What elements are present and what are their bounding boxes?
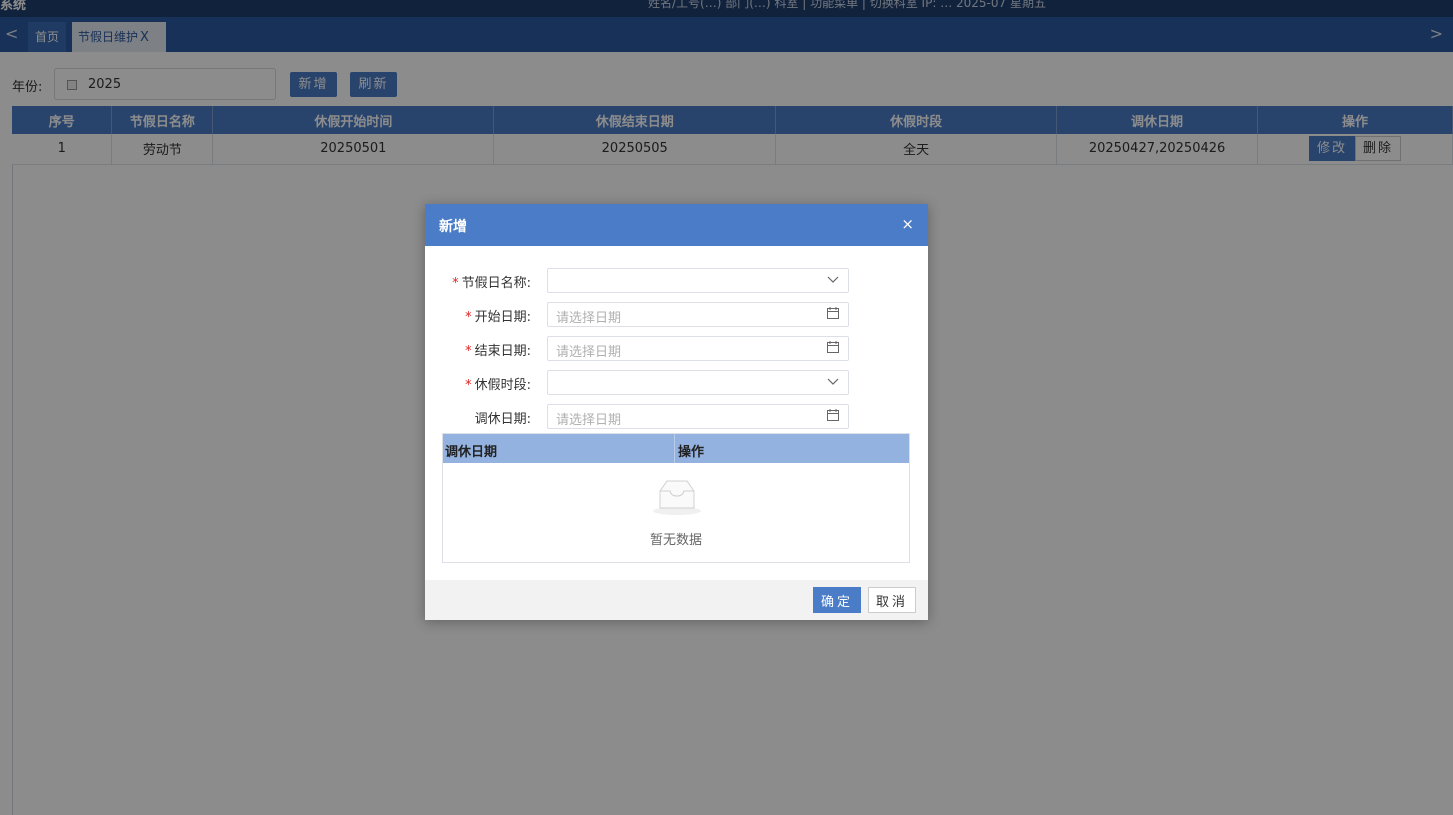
chevron-down-icon xyxy=(826,272,840,290)
required-mark: * xyxy=(465,344,472,359)
empty-inbox-icon xyxy=(651,477,703,517)
dialog-header: 新增 × xyxy=(425,204,928,246)
required-mark: * xyxy=(452,276,459,291)
dialog-title: 新增 xyxy=(439,219,467,235)
subtable-col-makeup: 调休日期 xyxy=(445,445,498,460)
calendar-icon xyxy=(826,408,840,426)
form-row-end: * 结束日期: 请选择日期 xyxy=(425,336,928,362)
holiday-name-label: * 节假日名称: xyxy=(452,276,531,291)
form-row-makeup: 调休日期: 请选择日期 xyxy=(425,404,928,430)
end-date-label: * 结束日期: xyxy=(465,344,531,359)
close-icon[interactable]: × xyxy=(901,215,914,233)
makeup-date-label: 调休日期: xyxy=(474,412,531,427)
makeup-date-picker[interactable]: 请选择日期 xyxy=(547,404,849,429)
dialog-footer: 确定 取消 xyxy=(425,580,928,620)
divider xyxy=(674,434,675,463)
confirm-button[interactable]: 确定 xyxy=(813,587,861,613)
chevron-down-icon xyxy=(826,374,840,392)
cancel-button[interactable]: 取消 xyxy=(868,587,916,613)
start-date-picker[interactable]: 请选择日期 xyxy=(547,302,849,327)
holiday-name-select[interactable] xyxy=(547,268,849,293)
add-holiday-dialog: 新增 × * 节假日名称: * 开始日期: 请选择日期 * 结束日期: 请选择日期 *… xyxy=(425,204,928,620)
subtable-header: 调休日期 操作 xyxy=(443,434,909,463)
empty-text: 暂无数据 xyxy=(649,533,702,548)
form-row-period: * 休假时段: xyxy=(425,370,928,396)
start-date-placeholder: 请选择日期 xyxy=(556,311,622,326)
calendar-icon xyxy=(826,306,840,324)
form-row-start: * 开始日期: 请选择日期 xyxy=(425,302,928,328)
end-date-placeholder: 请选择日期 xyxy=(556,345,622,360)
makeup-dates-table: 调休日期 操作 暂无数据 xyxy=(442,433,910,563)
period-select[interactable] xyxy=(547,370,849,395)
period-label: * 休假时段: xyxy=(465,378,531,393)
calendar-icon xyxy=(826,340,840,358)
required-mark: * xyxy=(465,378,472,393)
start-date-label: * 开始日期: xyxy=(465,310,531,325)
subtable-col-actions: 操作 xyxy=(678,445,705,460)
required-mark: * xyxy=(465,310,472,325)
end-date-picker[interactable]: 请选择日期 xyxy=(547,336,849,361)
form-row-name: * 节假日名称: xyxy=(425,268,928,294)
makeup-date-placeholder: 请选择日期 xyxy=(556,413,622,428)
